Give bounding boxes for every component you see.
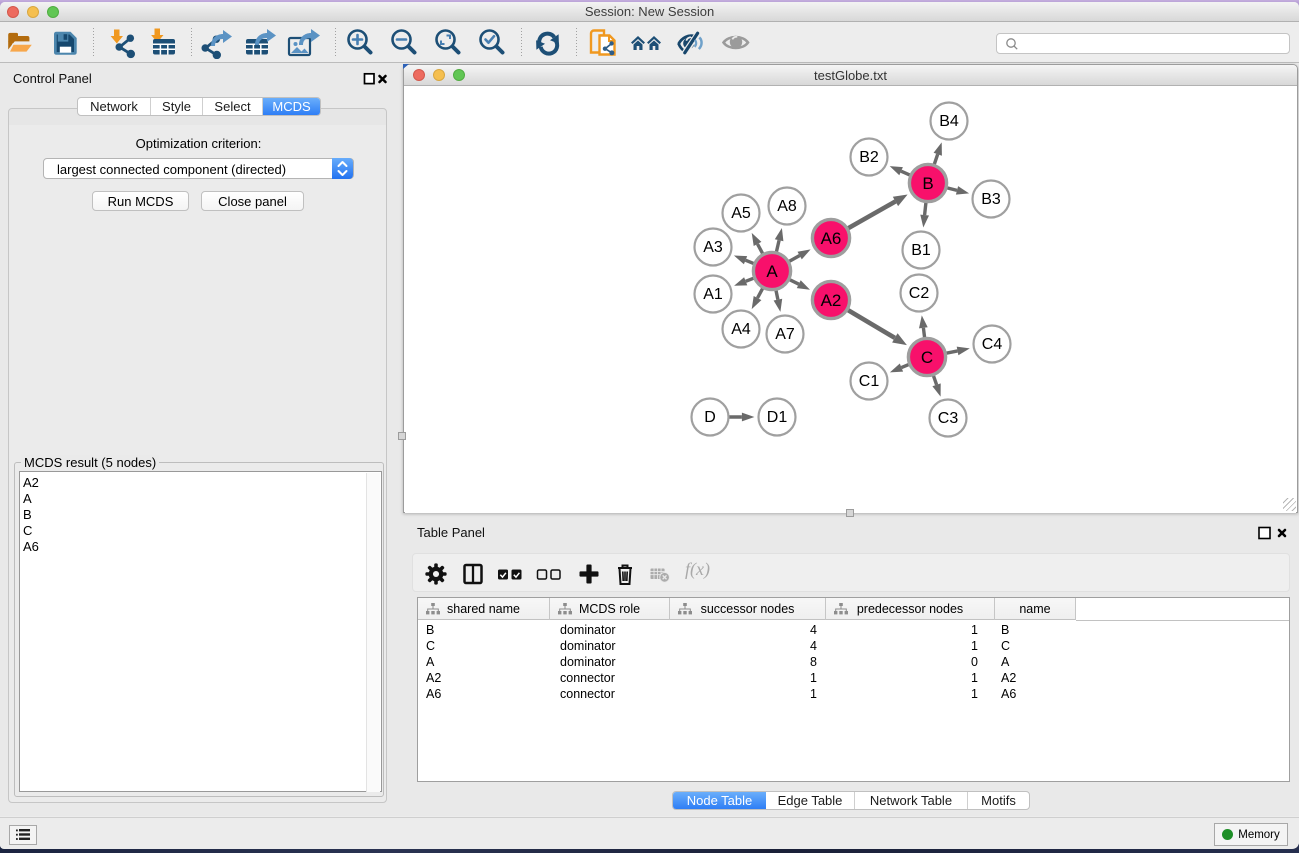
svg-text:A6: A6 — [821, 229, 842, 248]
svg-text:A2: A2 — [821, 291, 842, 310]
svg-text:A7: A7 — [775, 326, 795, 343]
svg-text:C2: C2 — [909, 285, 930, 302]
svg-text:A3: A3 — [703, 239, 723, 256]
svg-text:B: B — [922, 174, 933, 193]
svg-text:B3: B3 — [981, 191, 1001, 208]
svg-text:A5: A5 — [731, 205, 751, 222]
svg-text:A8: A8 — [777, 198, 797, 215]
svg-text:B4: B4 — [939, 113, 959, 130]
svg-text:A1: A1 — [703, 286, 723, 303]
svg-text:C: C — [921, 348, 933, 367]
svg-text:B1: B1 — [911, 242, 931, 259]
svg-text:B2: B2 — [859, 149, 879, 166]
svg-text:D: D — [704, 409, 716, 426]
svg-text:A: A — [766, 262, 778, 281]
svg-text:C4: C4 — [982, 336, 1003, 353]
svg-text:D1: D1 — [767, 409, 788, 426]
svg-text:A4: A4 — [731, 321, 751, 338]
svg-text:C3: C3 — [938, 410, 959, 427]
svg-text:C1: C1 — [859, 373, 880, 390]
